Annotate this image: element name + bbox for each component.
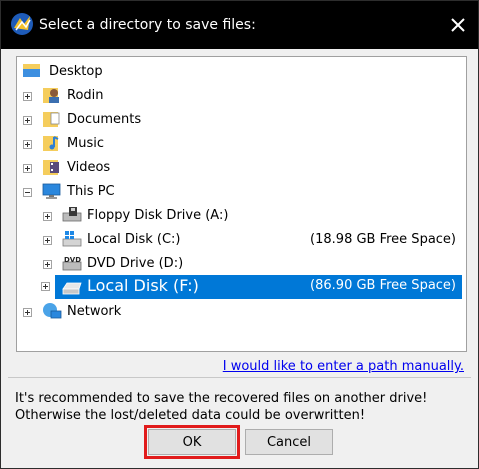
expand-icon[interactable] bbox=[43, 236, 52, 245]
tree-item-label: Floppy Disk Drive (A:) bbox=[87, 208, 229, 223]
expand-icon[interactable] bbox=[23, 308, 32, 317]
expand-icon[interactable] bbox=[23, 140, 32, 149]
tree-item-label: Network bbox=[67, 304, 122, 319]
videos-folder-icon bbox=[43, 160, 59, 175]
tree-item-label: Documents bbox=[67, 112, 142, 127]
tree-item-rodin[interactable]: Rodin bbox=[21, 85, 321, 107]
tree-item-label: This PC bbox=[67, 184, 115, 199]
tree-item-label: Videos bbox=[67, 160, 111, 175]
svg-text:DVD: DVD bbox=[64, 256, 81, 264]
tree-item-desktop[interactable]: Desktop bbox=[21, 61, 321, 83]
tree-item-floppy-a[interactable]: Floppy Disk Drive (A:) bbox=[41, 205, 341, 227]
music-folder-icon bbox=[43, 136, 59, 151]
title-bar[interactable]: Select a directory to save files: bbox=[1, 1, 478, 49]
expand-icon[interactable] bbox=[23, 92, 32, 101]
collapse-icon[interactable] bbox=[23, 188, 32, 197]
tree-item-label: Rodin bbox=[67, 88, 104, 103]
free-space-label: (18.98 GB Free Space) bbox=[310, 232, 456, 247]
tree-item-music[interactable]: Music bbox=[21, 133, 321, 155]
close-icon bbox=[451, 18, 465, 32]
windows-drive-icon bbox=[62, 231, 82, 247]
tree-item-label: Music bbox=[67, 136, 104, 151]
floppy-drive-icon bbox=[62, 207, 82, 222]
expand-icon[interactable] bbox=[23, 116, 32, 125]
user-folder-icon bbox=[43, 88, 59, 103]
directory-tree[interactable]: Desktop Rodin Documents Music Videos Thi… bbox=[16, 56, 467, 352]
network-icon bbox=[43, 303, 62, 319]
cancel-button[interactable]: Cancel bbox=[245, 429, 333, 455]
tree-item-videos[interactable]: Videos bbox=[21, 157, 321, 179]
tree-item-label: DVD Drive (D:) bbox=[87, 256, 184, 271]
tree-item-local-disk-c[interactable]: Local Disk (C:) (18.98 GB Free Space) bbox=[41, 229, 462, 251]
ok-button[interactable]: OK bbox=[144, 425, 240, 459]
free-space-label: (86.90 GB Free Space) bbox=[310, 278, 456, 293]
save-directory-dialog: Select a directory to save files: Deskto… bbox=[0, 0, 479, 469]
tree-item-network[interactable]: Network bbox=[21, 301, 321, 323]
dvd-drive-icon: DVD bbox=[62, 256, 82, 271]
enter-path-manually-link[interactable]: I would like to enter a path manually. bbox=[223, 359, 464, 374]
tree-item-local-disk-f[interactable]: Local Disk (F:) (86.90 GB Free Space) bbox=[41, 275, 462, 299]
dialog-body: Desktop Rodin Documents Music Videos Thi… bbox=[2, 49, 479, 468]
tree-item-label: Local Disk (F:) bbox=[87, 276, 199, 295]
computer-icon bbox=[42, 183, 61, 199]
tree-item-dvd-d[interactable]: DVD DVD Drive (D:) bbox=[41, 253, 341, 275]
expand-icon[interactable] bbox=[41, 282, 50, 291]
desktop-folder-icon bbox=[23, 64, 40, 77]
expand-icon[interactable] bbox=[43, 260, 52, 269]
tree-item-label: Local Disk (C:) bbox=[87, 232, 181, 247]
separator bbox=[8, 377, 471, 378]
dialog-title: Select a directory to save files: bbox=[39, 17, 256, 33]
tree-item-label: Desktop bbox=[49, 64, 103, 79]
warning-text: It's recommended to save the recovered f… bbox=[15, 391, 428, 423]
disk-drive-icon bbox=[62, 282, 82, 295]
documents-folder-icon bbox=[43, 112, 60, 127]
tree-item-this-pc[interactable]: This PC bbox=[21, 181, 321, 203]
tree-item-documents[interactable]: Documents bbox=[21, 109, 321, 131]
expand-icon[interactable] bbox=[43, 212, 52, 221]
close-button[interactable] bbox=[444, 11, 472, 39]
expand-icon[interactable] bbox=[23, 164, 32, 173]
minitool-app-icon bbox=[11, 13, 33, 35]
